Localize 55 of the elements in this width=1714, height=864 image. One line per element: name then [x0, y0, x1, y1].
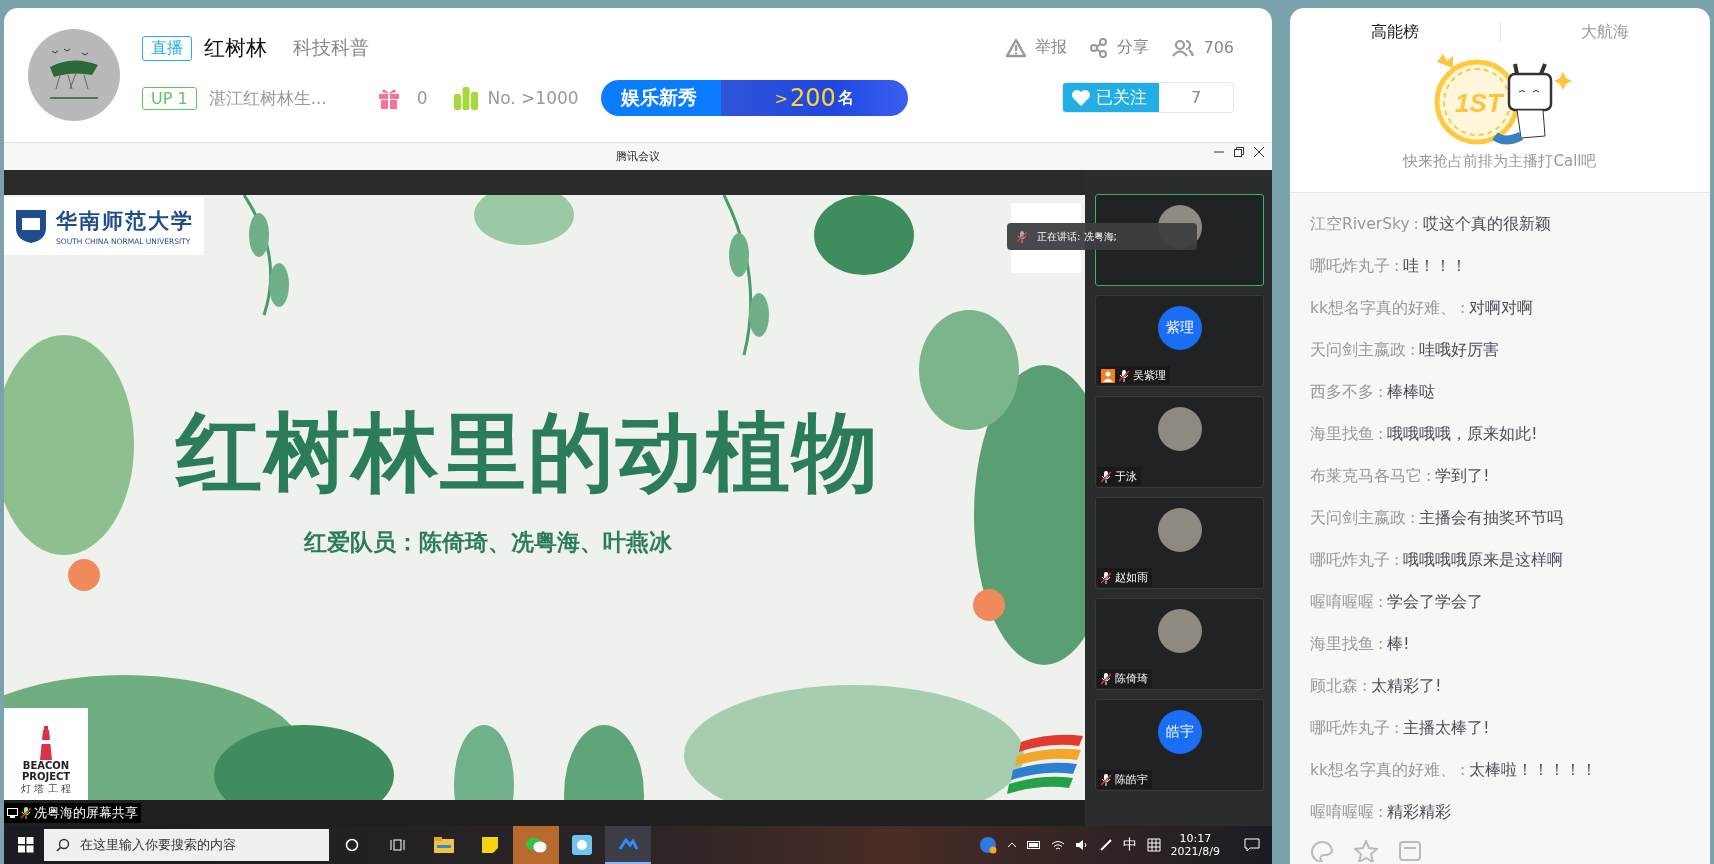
viewer-count: 706	[1203, 38, 1234, 57]
rank-badge-text: 1ST	[1455, 88, 1503, 118]
chat-separator: :	[1413, 215, 1419, 233]
window-title: 腾讯会议	[616, 149, 660, 164]
logo-text: BEACON	[22, 760, 70, 771]
chat-separator: :	[1378, 425, 1384, 443]
chat-separator: :	[1378, 593, 1384, 611]
speaking-toast: 正在讲话: 冼粤海;	[1007, 223, 1197, 250]
chat-message: 精彩精彩	[1387, 801, 1452, 823]
chat-separator: :	[1394, 551, 1400, 569]
chat-message: 哇哦好厉害	[1419, 339, 1500, 361]
chat-message: 哇！！！	[1403, 255, 1468, 277]
participant-avatar: 紫理	[1157, 306, 1202, 350]
gift-count: 0	[416, 88, 428, 108]
chat-separator: :	[1426, 467, 1432, 485]
logo-text: PROJECT	[21, 771, 71, 782]
chat-message: 棒!	[1387, 633, 1410, 655]
participant-name: 陈倚琦	[1115, 671, 1148, 686]
slide-title: 红树林里的动植物	[176, 401, 880, 504]
chat-separator: :	[1394, 719, 1400, 737]
logo-caption: 灯 塔 工 程	[21, 782, 71, 796]
live-badge: 直播	[142, 35, 192, 61]
chat-message: 学到了!	[1435, 465, 1490, 487]
room-title: 红树林	[204, 35, 267, 62]
chat-separator: :	[1410, 509, 1416, 527]
chat-message: 棒棒哒	[1387, 381, 1436, 403]
chat-separator: :	[1362, 677, 1368, 695]
chat-separator: :	[1378, 383, 1384, 401]
chat-message: 哎这个真的很新颖	[1422, 213, 1551, 235]
chat-separator: :	[1378, 803, 1384, 821]
rank-text: No. >1000	[487, 88, 579, 108]
screen-share-label: 冼粤海的屏幕共享	[4, 803, 141, 823]
up-level-badge: UP 1	[142, 86, 197, 110]
university-name: 华南师范大学	[56, 206, 194, 235]
chat-message: 对啊对啊	[1469, 297, 1534, 319]
participant-avatar: 皓宇	[1157, 710, 1202, 754]
participant-name: 于泳	[1115, 469, 1137, 484]
chat-message: 学会了学会了	[1387, 591, 1484, 613]
chat-message: 太棒啦！！！！！	[1469, 759, 1598, 781]
chat-separator: :	[1410, 341, 1416, 359]
participant-name: 赵如雨	[1115, 570, 1148, 585]
participant-name: 陈皓宇	[1115, 772, 1148, 787]
chat-message: 太精彩了!	[1371, 675, 1442, 697]
chat-message: 主播会有抽奖环节吗	[1419, 507, 1564, 529]
participant-name: 吴紫理	[1133, 368, 1166, 383]
chat-separator: :	[1378, 635, 1384, 653]
follower-count: 7	[1189, 87, 1203, 109]
chat-separator: :	[1459, 761, 1466, 779]
chat-message: 哦哦哦哦，原来如此!	[1387, 423, 1538, 445]
slide-subtitle: 红爱队员：陈倚琦、冼粤海、叶燕冰	[304, 528, 672, 557]
chat-message: 哦哦哦哦原来是这样啊	[1403, 549, 1564, 571]
chat-separator: :	[1459, 299, 1466, 317]
empty-rank-hint: 快来抢占前排为主播打Call吧	[1403, 152, 1597, 171]
chat-message: 主播太棒了!	[1403, 717, 1490, 739]
chat-separator: :	[1394, 257, 1400, 275]
